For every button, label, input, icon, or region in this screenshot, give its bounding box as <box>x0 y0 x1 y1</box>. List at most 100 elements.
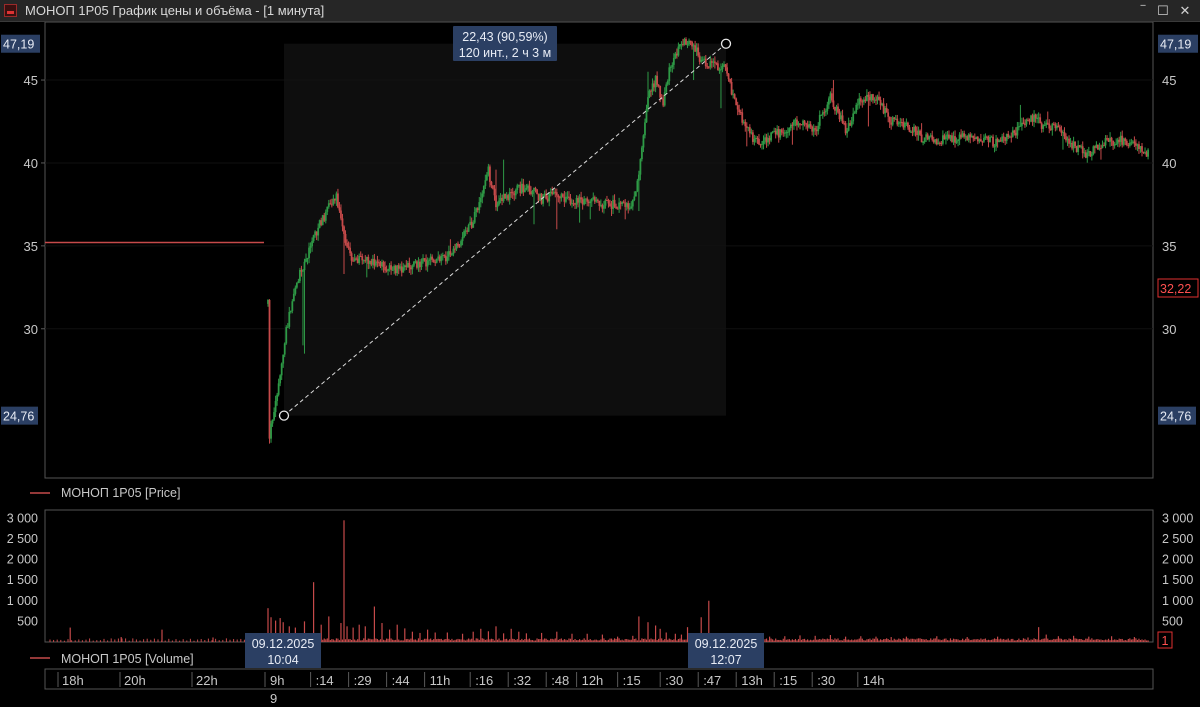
candle-body <box>850 121 853 126</box>
candle-body <box>346 242 348 247</box>
candle-body <box>288 312 291 327</box>
candle-body <box>1090 154 1093 157</box>
candle-body <box>741 112 744 123</box>
start-date-text: 09.12.2025 <box>252 637 315 651</box>
candle-body <box>628 208 631 210</box>
time-tick-label: 22h <box>196 673 218 688</box>
volume-legend[interactable]: МОНОП 1Р05 [Volume] <box>30 652 194 666</box>
candle-body <box>1019 125 1022 127</box>
candle-body <box>423 258 426 260</box>
measure-start-handle[interactable] <box>278 410 290 421</box>
candle-body <box>907 122 909 128</box>
candle-body <box>972 135 975 139</box>
left-badge-low: 24,76 <box>1 406 38 425</box>
candle-body <box>1124 138 1127 141</box>
candle-body <box>312 235 315 242</box>
maximize-button[interactable]: ☐ <box>1152 1 1174 20</box>
candle-body <box>922 141 925 143</box>
candle-body <box>1034 114 1037 119</box>
candle-body <box>276 394 279 402</box>
measure-label: 22,43 (90,59%) 120 инт., 2 ч 3 м <box>453 26 557 61</box>
left-badge-high: 47,19 <box>1 34 40 53</box>
price-tick-right: 45 <box>1162 73 1176 88</box>
candle-body <box>827 98 830 105</box>
candle-body <box>568 196 570 198</box>
minimize-button[interactable]: ‾ <box>1132 1 1154 20</box>
candle-body <box>622 201 625 203</box>
candle-body <box>498 200 500 205</box>
candle-body <box>689 40 692 42</box>
candle-body <box>853 112 856 114</box>
candle-body <box>514 190 517 196</box>
candle-body <box>919 130 921 135</box>
candle-body <box>641 147 643 160</box>
price-tick-right: 30 <box>1162 322 1176 337</box>
candle-body <box>463 231 465 238</box>
candle-body <box>479 197 482 203</box>
candle-body <box>820 114 823 116</box>
volume-last-text: 1 <box>1162 634 1169 648</box>
price-tick-left: 40 <box>24 156 38 171</box>
candle-body <box>668 67 671 82</box>
candle-body <box>458 245 461 247</box>
candle-body <box>677 46 680 56</box>
time-axis[interactable]: 18h 20h 22h 9h:14:29:44 11h:16:32:48 12h:15:3… <box>44 668 1154 706</box>
candle-body <box>642 135 645 148</box>
candle-body <box>289 310 292 313</box>
end-time-badge: 09.12.2025 12:07 <box>688 633 764 668</box>
candle-body <box>408 262 411 268</box>
candle-body <box>341 218 344 227</box>
volume-axis-left: 3 000 2 500 2 000 1 500 1 000 500 <box>7 511 38 628</box>
candle-body <box>686 44 689 46</box>
close-button[interactable]: ✕ <box>1174 1 1196 20</box>
volume-axis-right: 3 000 2 500 2 000 1 500 1 000 500 <box>1162 511 1193 628</box>
candle-body <box>382 262 385 267</box>
candle-body <box>428 259 431 261</box>
candle-body <box>1074 141 1077 147</box>
candle-body <box>511 192 514 194</box>
candle-body <box>282 354 285 364</box>
candle-body <box>1059 127 1061 131</box>
candle-body <box>983 137 985 142</box>
measure-end-handle[interactable] <box>720 38 732 49</box>
candle-body <box>531 190 534 195</box>
candle-body <box>717 63 719 70</box>
time-tick-label: :29 <box>354 673 372 688</box>
right-badge-low: 24,76 <box>1158 406 1196 425</box>
candle-body <box>295 282 298 288</box>
candle-body <box>426 260 429 267</box>
volume-panel[interactable]: 3 000 2 500 2 000 1 500 1 000 500 3 000 2 500 2… <box>7 509 1194 649</box>
candle-body <box>1128 142 1131 146</box>
time-tick-label: 13h <box>741 673 763 688</box>
candle-body <box>484 180 487 186</box>
candle-body <box>481 193 484 198</box>
volume-tick-right: 1 500 <box>1162 573 1193 587</box>
price-volume-chart[interactable]: 30 35 40 45 30 35 40 45 22,43 (90,59%) 120 инт… <box>0 22 1200 707</box>
candle-body <box>311 241 313 247</box>
candle-body <box>534 188 537 190</box>
right-badge-low-text: 24,76 <box>1160 410 1191 424</box>
candle-body <box>647 97 649 110</box>
candle-body <box>799 123 801 125</box>
candle-body <box>478 202 481 211</box>
candle-body <box>824 110 827 113</box>
candle-body <box>460 241 462 246</box>
candle-body <box>867 94 870 97</box>
candle-body <box>885 108 888 113</box>
candle-body <box>361 256 364 261</box>
candle-body <box>920 134 923 143</box>
candle-body <box>349 247 351 254</box>
candle-body <box>762 140 765 144</box>
candle-body <box>736 105 739 110</box>
time-tick-label: :32 <box>513 673 531 688</box>
volume-tick-left: 1 500 <box>7 573 38 587</box>
candle-body <box>878 96 880 100</box>
price-panel[interactable]: 30 35 40 45 30 35 40 45 22,43 (90,59%) 120 инт… <box>1 22 1199 479</box>
candle-body <box>280 363 283 376</box>
candle-body <box>387 268 389 271</box>
candle-body <box>701 59 704 61</box>
candle-body <box>707 66 710 68</box>
candle-body <box>1086 152 1089 158</box>
price-legend[interactable]: МОНОП 1Р05 [Price] <box>30 486 180 500</box>
candle-body <box>872 94 874 101</box>
